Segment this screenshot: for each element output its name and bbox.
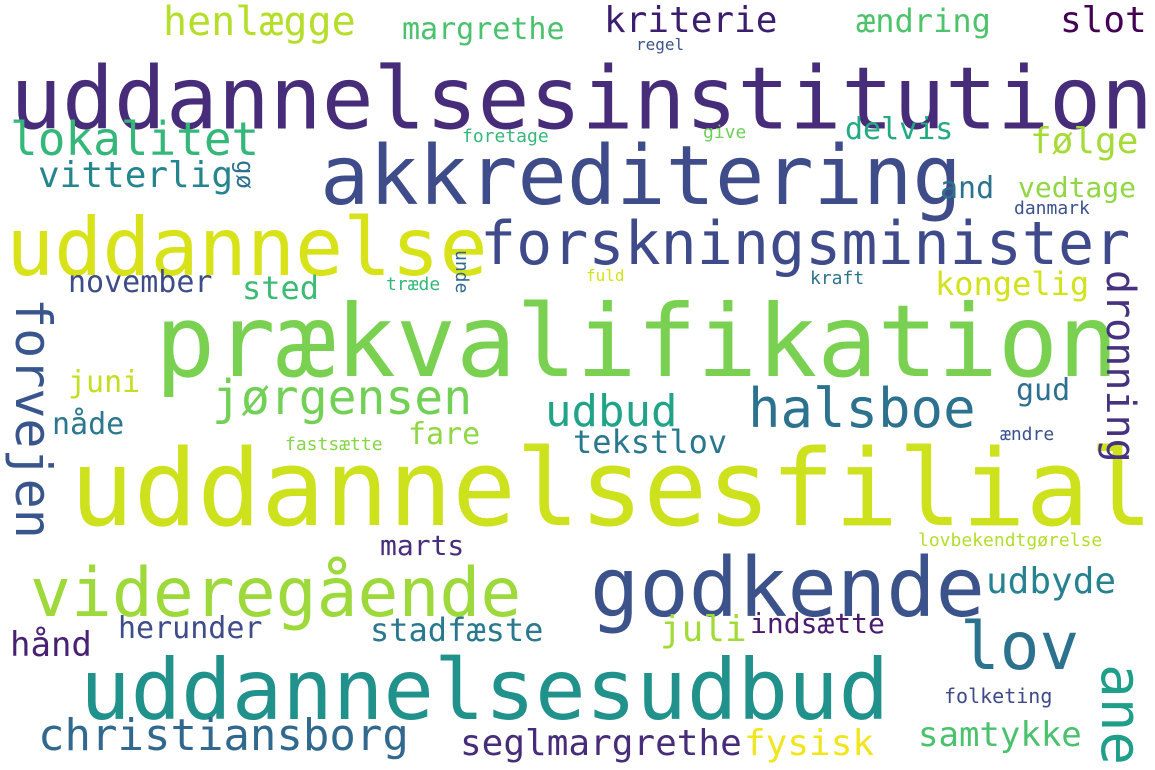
word-traede: træde — [386, 274, 441, 295]
word-marts: marts — [380, 529, 465, 562]
word-fuld: fuld — [586, 266, 625, 285]
word-juni: juni — [68, 365, 141, 400]
word-kriterie: kriterie — [604, 0, 778, 41]
word-fysisk: fysisk — [744, 723, 875, 764]
word-forvejen: forvejen — [4, 298, 62, 539]
word-kongelig: kongelig — [935, 265, 1090, 303]
word-aendre: ændre — [1000, 424, 1055, 445]
word-foretage: foretage — [462, 126, 549, 147]
word-kraft: kraft — [810, 268, 865, 289]
word-go: gø — [231, 160, 259, 189]
word-folge: følge — [1030, 121, 1139, 162]
word-vitterlig: vitterlig — [38, 155, 234, 196]
word-fastsaette: fastsætte — [285, 434, 383, 455]
word-henlaegge: henlægge — [163, 0, 356, 45]
word-dronning: dronning — [1097, 270, 1143, 463]
word-slot: slot — [1060, 0, 1147, 41]
word-folketing: folketing — [944, 684, 1053, 708]
word-haand: hånd — [10, 625, 92, 665]
word-and: and — [940, 171, 995, 206]
word-seglmargrethe: seglmargrethe — [460, 723, 742, 764]
word-unde: unde — [451, 250, 472, 294]
word-give: give — [703, 122, 747, 143]
word-juli: juli — [660, 609, 747, 650]
word-lov: lov — [960, 608, 1080, 685]
word-fare: fare — [408, 417, 481, 452]
word-samtykke: samtykke — [918, 715, 1082, 755]
word-stadfaeste: stadfæste — [370, 611, 544, 649]
word-aendring: ændring — [856, 2, 991, 40]
word-herunder: herunder — [118, 611, 263, 646]
word-indsaette: indsætte — [750, 607, 885, 640]
word-delvis: delvis — [845, 112, 954, 147]
word-november: november — [68, 265, 213, 300]
word-halsboe: halsboe — [748, 377, 976, 440]
word-margrethe: margrethe — [402, 12, 565, 47]
word-danmark: danmark — [1014, 198, 1090, 219]
word-gud: gud — [1016, 373, 1071, 408]
word-sted: sted — [242, 269, 320, 307]
word-naade: nåde — [52, 407, 125, 442]
word-lovbekendtgorelse: lovbekendtgørelse — [918, 530, 1103, 551]
word-udbyde: udbyde — [986, 561, 1117, 602]
word-cloud: uddannelsesinstitution akkreditering udd… — [0, 0, 1155, 770]
word-regel: regel — [636, 35, 685, 54]
word-tekstlov: tekstlov — [573, 423, 728, 461]
word-jorgensen: jørgensen — [212, 370, 473, 426]
word-ane: ane — [1088, 664, 1153, 766]
word-christiansborg: christiansborg — [38, 710, 409, 761]
